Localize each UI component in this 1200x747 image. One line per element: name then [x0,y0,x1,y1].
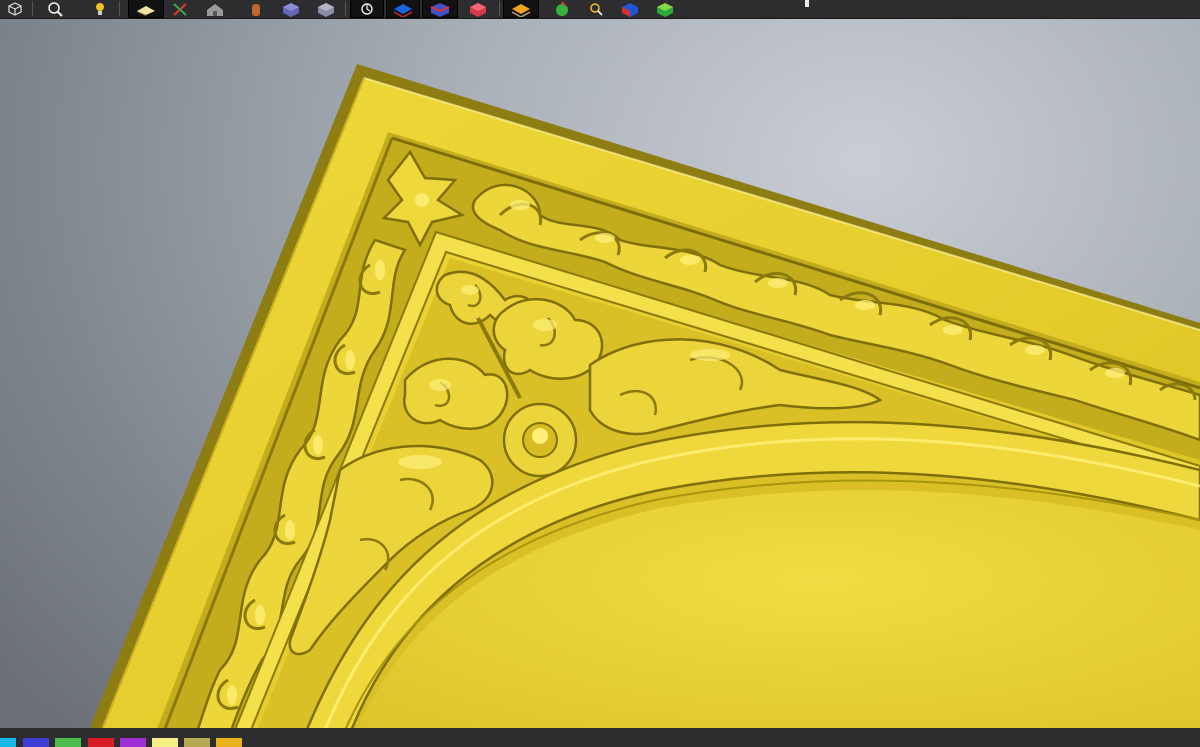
palette-swatch-red[interactable] [88,738,114,747]
house-icon[interactable] [203,0,227,17]
material-shade-icon[interactable] [128,0,164,18]
top-toolbar [0,0,1200,19]
palette-swatch-purple[interactable] [120,738,146,747]
3d-viewport[interactable] [0,18,1200,728]
axis-icon[interactable] [168,0,192,17]
view-cube-icon[interactable] [3,0,27,17]
blue-cube-icon[interactable] [618,0,642,17]
toolbar-separator [499,1,500,16]
green-cube-icon[interactable] [653,0,677,17]
toolbar-separator [119,1,120,16]
palette-swatch-cyan[interactable] [0,738,16,747]
relief-frame-model [89,64,1200,728]
zoom-icon[interactable] [44,0,68,17]
gray-box-icon[interactable] [314,0,338,17]
red-box-icon[interactable] [466,0,490,17]
purple-box-icon[interactable] [279,0,303,17]
orange-layer-icon[interactable] [503,0,539,18]
cylinder-icon[interactable] [244,0,268,17]
light-bulb-icon[interactable] [88,0,112,17]
palette-swatch-olive[interactable] [184,738,210,747]
toolbar-marker [805,0,809,7]
palette-swatch-gold[interactable] [216,738,242,747]
toolbar-separator [32,1,33,16]
palette-swatch-green[interactable] [55,738,81,747]
palette-swatch-blue[interactable] [23,738,49,747]
toolbar-separator [345,1,346,16]
blue-layer-icon[interactable] [386,0,420,18]
magnifier-star-icon[interactable] [584,0,608,17]
palette-swatch-pale-yellow[interactable] [152,738,178,747]
rotate-view-icon[interactable] [350,0,384,18]
color-palette [0,728,1200,747]
red-blue-box-icon[interactable] [422,0,458,18]
green-ball-icon[interactable] [550,0,574,17]
